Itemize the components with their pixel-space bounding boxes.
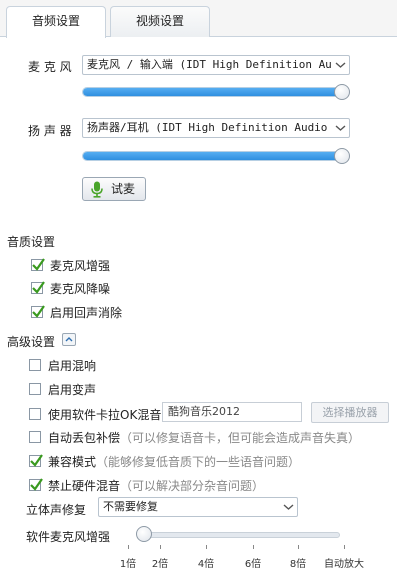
tick-label: 8倍 xyxy=(289,559,307,570)
test-mic-button[interactable]: 试麦 xyxy=(82,177,146,201)
compat-mode-text: 兼容模式 xyxy=(48,455,97,469)
soft-boost-label: 软件麦克风增强 xyxy=(26,530,111,544)
stereo-fix-value: 不需要修复 xyxy=(103,500,158,513)
no-hw-mix-hint: （可以解决部分杂音问题） xyxy=(120,479,265,493)
no-hw-mix-text: 禁止硬件混音 xyxy=(48,479,121,493)
advanced-section-title: 高级设置 xyxy=(7,335,56,349)
player-name-field[interactable]: 酷狗音乐2012 xyxy=(162,402,302,422)
tick-mark xyxy=(344,545,345,549)
compat-mode-hint: （能够修复低音质下的一些语音问题） xyxy=(96,455,301,469)
tab-video-settings[interactable]: 视频设置 xyxy=(110,6,210,37)
compat-mode-label: 兼容模式（能够修复低音质下的一些语音问题） xyxy=(48,453,300,470)
chevron-up-icon[interactable] xyxy=(62,333,76,346)
tick-label: 1倍 xyxy=(119,559,137,570)
voice-change-checkbox[interactable] xyxy=(29,383,41,395)
reverb-label: 启用混响 xyxy=(48,359,97,373)
karaoke-mix-label: 使用软件卡拉OK混音 xyxy=(48,408,162,422)
mic-denoise-checkbox[interactable] xyxy=(31,281,45,294)
mic-volume-slider[interactable] xyxy=(82,87,342,97)
quality-section-title: 音质设置 xyxy=(7,235,56,249)
chevron-down-icon xyxy=(332,119,349,137)
mic-device-select[interactable]: 麦克风 / 输入端 (IDT High Definition Audio COD… xyxy=(82,55,350,75)
tick-mark xyxy=(206,545,207,549)
mic-denoise-label: 麦克风降噪 xyxy=(50,282,111,296)
speaker-label: 扬 声 器 xyxy=(28,124,72,138)
mic-enhance-label: 麦克风增强 xyxy=(50,259,111,273)
voice-change-label: 启用变声 xyxy=(48,383,97,397)
mic-device-value: 麦克风 / 输入端 (IDT High Definition Audio COD… xyxy=(87,58,331,71)
mic-volume-knob[interactable] xyxy=(334,84,350,100)
tick-label: 4倍 xyxy=(197,559,215,570)
reverb-checkbox[interactable] xyxy=(29,359,41,371)
test-mic-label: 试麦 xyxy=(111,182,136,196)
tick-label: 2倍 xyxy=(151,559,169,570)
auto-drop-label: 自动丢包补偿（可以修复语音卡，但可能会造成声音失真） xyxy=(48,429,360,446)
tick-mark xyxy=(298,545,299,549)
tick-mark xyxy=(128,545,129,549)
soft-boost-slider[interactable] xyxy=(140,532,340,538)
echo-cancel-label: 启用回声消除 xyxy=(50,306,123,320)
tick-label: 6倍 xyxy=(244,559,262,570)
chevron-down-icon xyxy=(280,498,297,516)
no-hw-mix-checkbox[interactable] xyxy=(29,478,43,491)
auto-drop-text: 自动丢包补偿 xyxy=(48,431,121,445)
tick-label: 自动放大 xyxy=(324,559,364,570)
speaker-volume-knob[interactable] xyxy=(334,148,350,164)
tick-mark xyxy=(253,545,254,549)
speaker-volume-slider[interactable] xyxy=(82,151,342,161)
mic-volume-fill xyxy=(83,88,341,96)
echo-cancel-checkbox[interactable] xyxy=(31,305,45,318)
tab-audio-settings[interactable]: 音频设置 xyxy=(6,6,106,38)
chevron-down-icon xyxy=(332,56,349,74)
no-hw-mix-label: 禁止硬件混音（可以解决部分杂音问题） xyxy=(48,477,264,494)
speaker-volume-fill xyxy=(83,152,341,160)
auto-drop-checkbox[interactable] xyxy=(29,431,41,443)
speaker-device-value: 扬声器/耳机 (IDT High Definition Audio CODEC) xyxy=(87,121,331,134)
microphone-icon xyxy=(90,181,104,205)
stereo-fix-label: 立体声修复 xyxy=(26,503,87,517)
speaker-device-select[interactable]: 扬声器/耳机 (IDT High Definition Audio CODEC) xyxy=(82,118,350,138)
stereo-fix-select[interactable]: 不需要修复 xyxy=(98,497,298,517)
compat-mode-checkbox[interactable] xyxy=(29,454,43,467)
mic-enhance-checkbox[interactable] xyxy=(31,258,45,271)
karaoke-mix-checkbox[interactable] xyxy=(29,408,41,420)
soft-boost-knob[interactable] xyxy=(136,526,152,542)
auto-drop-hint: （可以修复语音卡，但可能会造成声音失真） xyxy=(120,431,361,445)
mic-label: 麦 克 风 xyxy=(28,60,72,74)
select-player-button[interactable]: 选择播放器 xyxy=(311,402,389,423)
tick-mark xyxy=(160,545,161,549)
